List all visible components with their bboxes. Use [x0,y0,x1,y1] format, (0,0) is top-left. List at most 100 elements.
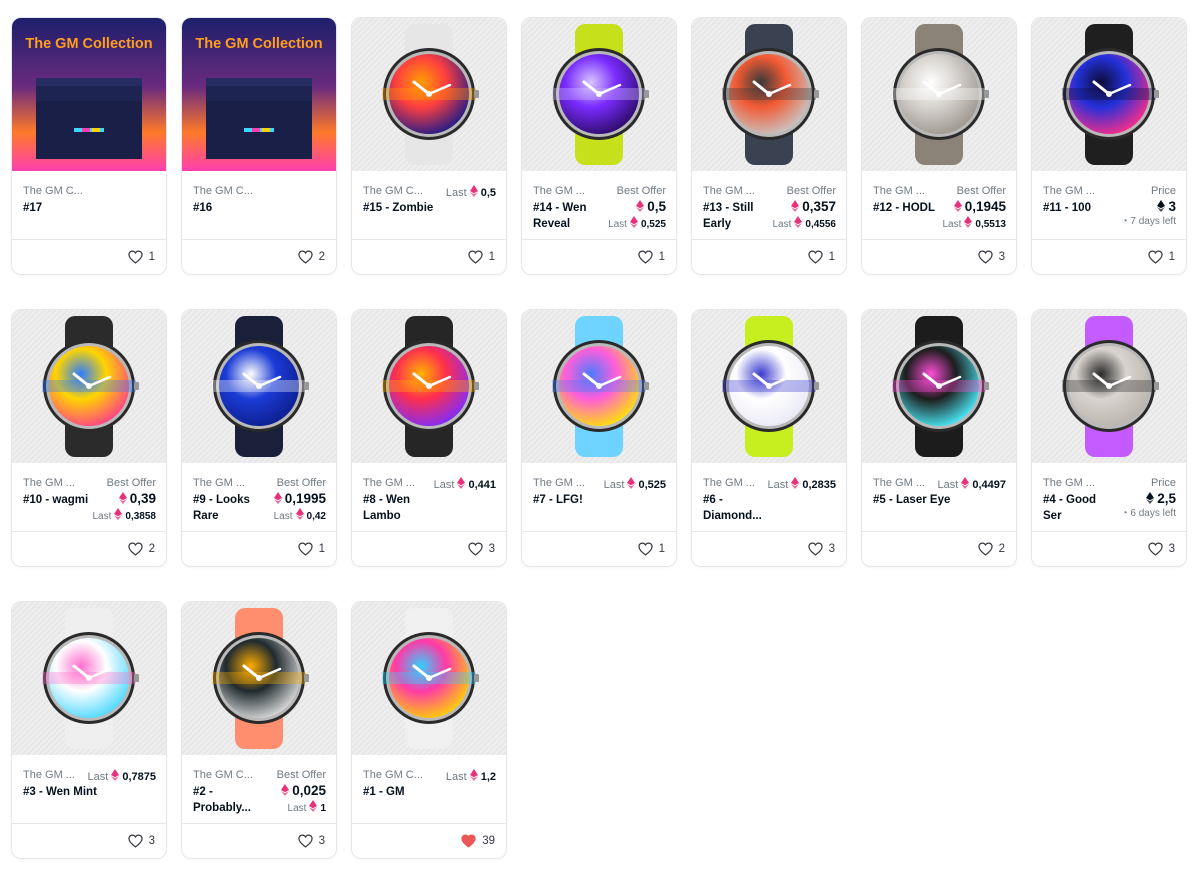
card-media[interactable] [352,602,506,755]
collection-name[interactable]: The GM ... [873,477,935,489]
favorite-button[interactable]: 3 [127,834,155,848]
collection-name[interactable]: The GM C... [193,769,255,781]
item-name[interactable]: #8 - Wen Lambo [363,492,443,524]
nft-card[interactable]: The GM ... #9 - Looks Rare Best Offer 0,199… [181,309,337,567]
item-name[interactable]: #7 - LFG! [533,492,613,508]
favorite-button[interactable]: 2 [127,542,155,556]
collection-name[interactable]: The GM C... [23,185,143,197]
card-media[interactable]: The GM Collection [182,18,336,171]
heart-icon[interactable] [807,542,823,556]
card-media[interactable] [862,18,1016,171]
card-media[interactable] [12,602,166,755]
favorite-button[interactable]: 3 [1147,542,1175,556]
favorite-button[interactable]: 1 [637,250,665,264]
nft-card[interactable]: The GM ... #7 - LFG! Last 0,525 1 [521,309,677,567]
favorite-button[interactable]: 1 [127,250,155,264]
card-media[interactable] [352,18,506,171]
item-name[interactable]: #16 [193,200,323,216]
collection-name[interactable]: The GM ... [23,769,85,781]
card-media[interactable] [1032,310,1186,463]
favorite-button[interactable]: 2 [977,542,1005,556]
card-media[interactable] [692,18,846,171]
item-name[interactable]: #10 - wagmi [23,492,93,508]
favorite-button[interactable]: 1 [807,250,835,264]
heart-icon[interactable] [1147,542,1163,556]
collection-name[interactable]: The GM ... [703,185,765,197]
collection-name[interactable]: The GM ... [193,477,255,489]
heart-icon[interactable] [467,542,483,556]
nft-card[interactable]: The GM ... #4 - Good Ser Price 2,5 ◔ 6 days … [1031,309,1187,567]
heart-icon[interactable] [297,834,313,848]
nft-card[interactable]: The GM ... #12 - HODL Best Offer 0,1945 Last… [861,17,1017,275]
collection-name[interactable]: The GM ... [1043,477,1105,489]
favorite-button[interactable]: 3 [297,834,325,848]
favorite-button[interactable]: 3 [977,250,1005,264]
heart-icon[interactable] [977,542,993,556]
heart-icon[interactable] [977,250,993,264]
nft-card[interactable]: The GM ... #11 - 100 Price 3 ◔ 7 days left 1 [1031,17,1187,275]
collection-name[interactable]: The GM ... [363,477,425,489]
nft-card[interactable]: The GM C... #1 - GM Last 1,2 39 [351,601,507,859]
collection-name[interactable]: The GM ... [873,185,935,197]
item-name[interactable]: #15 - Zombie [363,200,443,216]
nft-card[interactable]: The GM ... #14 - Wen Reveal Best Offer 0,5 L… [521,17,677,275]
item-name[interactable]: #9 - Looks Rare [193,492,263,524]
nft-card[interactable]: The GM Collection The GM C... #17 1 [11,17,167,275]
card-media[interactable] [182,602,336,755]
item-name[interactable]: #11 - 100 [1043,200,1113,216]
collection-name[interactable]: The GM C... [363,185,425,197]
heart-icon[interactable] [297,250,313,264]
favorite-button[interactable]: 3 [807,542,835,556]
heart-icon[interactable] [637,250,653,264]
nft-card[interactable]: The GM ... #8 - Wen Lambo Last 0,441 3 [351,309,507,567]
card-media[interactable] [862,310,1016,463]
collection-name[interactable]: The GM ... [23,477,85,489]
card-media[interactable] [692,310,846,463]
heart-icon[interactable] [637,542,653,556]
favorite-button[interactable]: 39 [461,834,495,848]
nft-card[interactable]: The GM Collection The GM C... #16 2 [181,17,337,275]
collection-name[interactable]: The GM C... [193,185,313,197]
card-media[interactable] [522,18,676,171]
item-name[interactable]: #13 - Still Early [703,200,773,232]
favorite-button[interactable]: 2 [297,250,325,264]
favorite-button[interactable]: 1 [637,542,665,556]
card-media[interactable] [12,310,166,463]
favorite-button[interactable]: 1 [297,542,325,556]
item-name[interactable]: #1 - GM [363,784,443,800]
heart-icon[interactable] [1147,250,1163,264]
nft-card[interactable]: The GM C... #2 - Probably... Best Offer 0,0… [181,601,337,859]
card-media[interactable] [352,310,506,463]
nft-card[interactable]: The GM ... #3 - Wen Mint Last 0,7875 3 [11,601,167,859]
item-name[interactable]: #12 - HODL [873,200,943,216]
collection-name[interactable]: The GM ... [533,477,595,489]
collection-name[interactable]: The GM ... [703,477,765,489]
item-name[interactable]: #14 - Wen Reveal [533,200,603,232]
nft-card[interactable]: The GM ... #5 - Laser Eye Last 0,4497 2 [861,309,1017,567]
nft-card[interactable]: The GM ... #13 - Still Early Best Offer 0,3… [691,17,847,275]
item-name[interactable]: #5 - Laser Eye [873,492,953,508]
heart-icon[interactable] [127,834,143,848]
collection-name[interactable]: The GM ... [533,185,595,197]
nft-card[interactable]: The GM ... #10 - wagmi Best Offer 0,39 Last 0… [11,309,167,567]
card-media[interactable] [182,310,336,463]
nft-card[interactable]: The GM ... #6 - Diamond... Last 0,2835 3 [691,309,847,567]
favorite-button[interactable]: 1 [467,250,495,264]
item-name[interactable]: #6 - Diamond... [703,492,783,524]
heart-icon[interactable] [127,542,143,556]
card-media[interactable] [1032,18,1186,171]
nft-card[interactable]: The GM C... #15 - Zombie Last 0,5 1 [351,17,507,275]
heart-icon[interactable] [807,250,823,264]
collection-name[interactable]: The GM C... [363,769,425,781]
favorite-button[interactable]: 3 [467,542,495,556]
heart-icon[interactable] [297,542,313,556]
item-name[interactable]: #3 - Wen Mint [23,784,103,800]
favorite-button[interactable]: 1 [1147,250,1175,264]
card-media[interactable] [522,310,676,463]
item-name[interactable]: #17 [23,200,153,216]
heart-icon[interactable] [467,250,483,264]
item-name[interactable]: #4 - Good Ser [1043,492,1113,524]
collection-name[interactable]: The GM ... [1043,185,1105,197]
heart-icon[interactable] [127,250,143,264]
heart-icon[interactable] [461,834,476,848]
